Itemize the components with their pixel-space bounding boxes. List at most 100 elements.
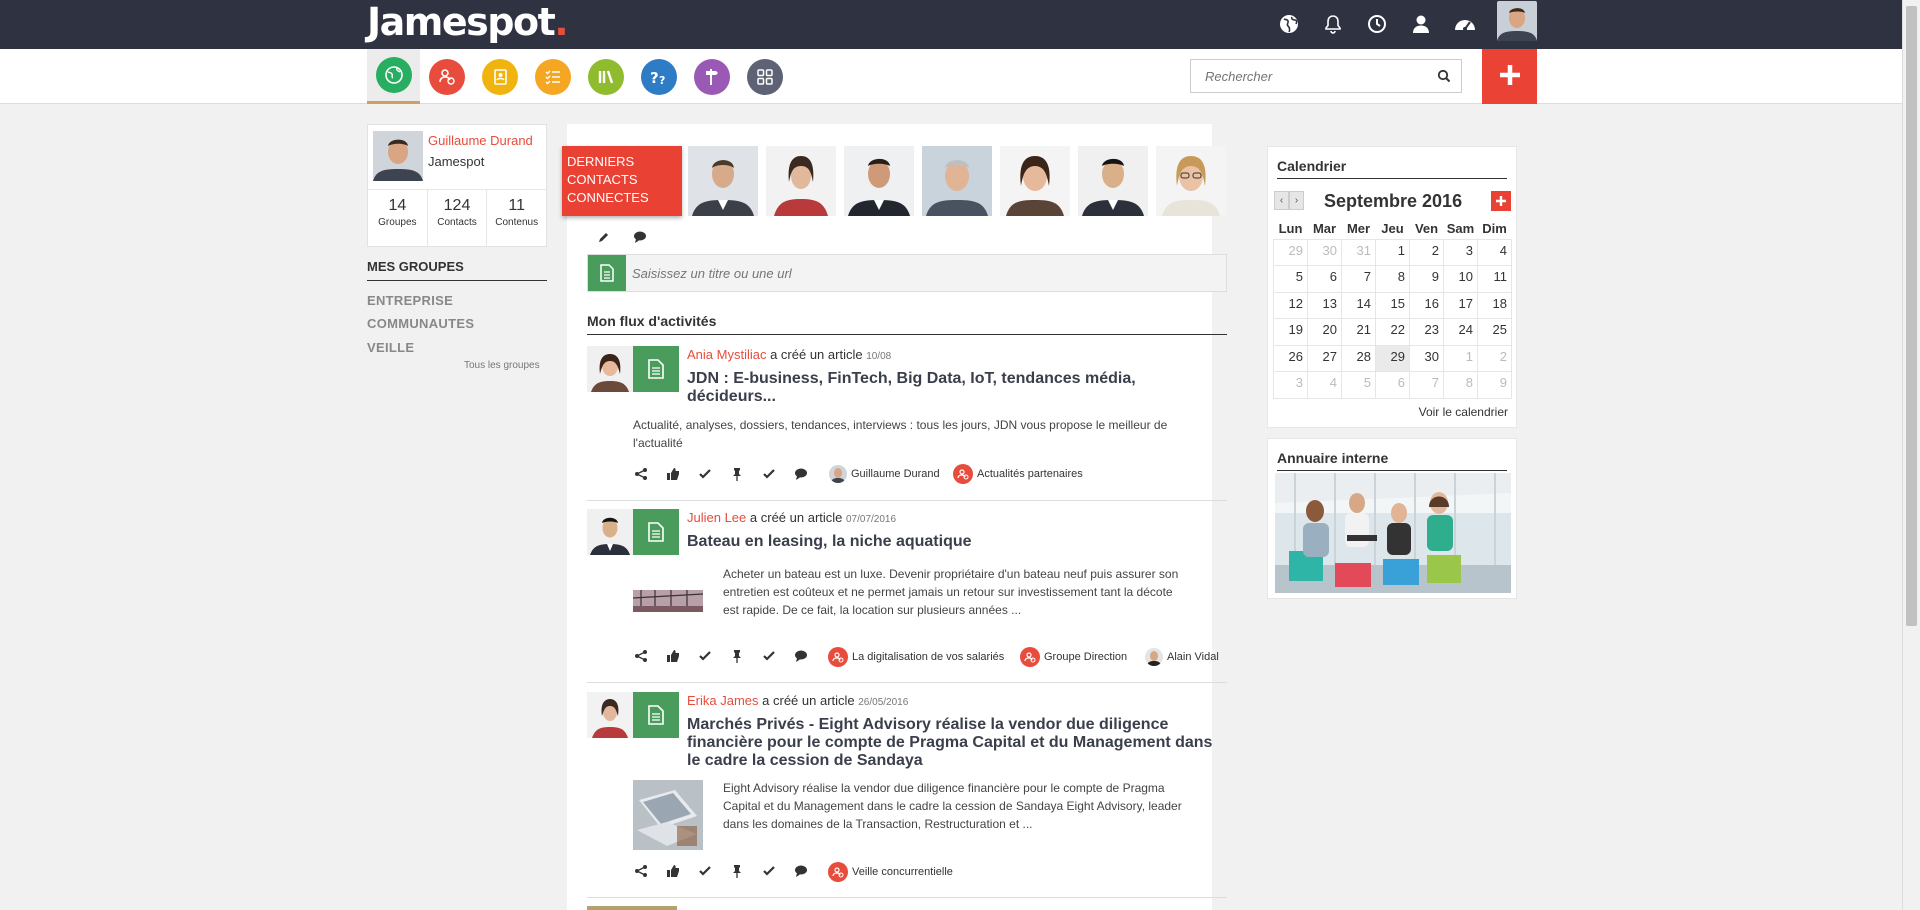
calendar-day[interactable]: 11 bbox=[1477, 265, 1512, 293]
post-thumbnail[interactable] bbox=[633, 780, 703, 850]
page-scrollbar[interactable] bbox=[1902, 0, 1920, 910]
post-tag-group[interactable]: Groupe Direction bbox=[1020, 647, 1127, 667]
app-grid[interactable] bbox=[738, 49, 791, 104]
post-title[interactable]: Marchés Privés - Eight Advisory réalise … bbox=[687, 716, 1227, 770]
post-title[interactable]: Bateau en leasing, la niche aquatique bbox=[687, 533, 1227, 551]
calendar-day[interactable]: 12 bbox=[1273, 291, 1308, 319]
validate-icon[interactable] bbox=[760, 862, 778, 880]
calendar-day[interactable]: 21 bbox=[1341, 318, 1376, 346]
validate-icon[interactable] bbox=[760, 465, 778, 483]
calendar-day[interactable]: 2 bbox=[1477, 344, 1512, 372]
app-tasks[interactable] bbox=[526, 49, 579, 104]
contact-avatar[interactable] bbox=[844, 146, 914, 216]
prev-month-button[interactable]: ‹ bbox=[1274, 191, 1289, 210]
group-link-veille[interactable]: VEILLE bbox=[367, 340, 414, 355]
stat-groups[interactable]: 14 Groupes bbox=[368, 190, 428, 247]
calendar-day[interactable]: 9 bbox=[1477, 371, 1512, 399]
contact-avatar[interactable] bbox=[688, 146, 758, 216]
group-link-communautes[interactable]: COMMUNAUTES bbox=[367, 316, 474, 331]
calendar-day[interactable]: 8 bbox=[1443, 371, 1478, 399]
calendar-day[interactable]: 22 bbox=[1375, 318, 1410, 346]
calendar-day[interactable]: 6 bbox=[1307, 265, 1342, 293]
scrollbar-thumb[interactable] bbox=[1906, 6, 1917, 626]
check-icon[interactable] bbox=[696, 862, 714, 880]
composer-input[interactable] bbox=[632, 255, 1212, 291]
comment-icon[interactable] bbox=[792, 862, 810, 880]
calendar-day[interactable]: 28 bbox=[1341, 344, 1376, 372]
pin-icon[interactable] bbox=[728, 862, 746, 880]
like-icon[interactable] bbox=[664, 862, 682, 880]
calendar-day[interactable]: 4 bbox=[1477, 238, 1512, 266]
contact-avatar[interactable] bbox=[922, 146, 992, 216]
dashboard-icon[interactable] bbox=[1450, 9, 1480, 39]
comment-icon[interactable] bbox=[633, 230, 647, 247]
post-title[interactable]: JDN : E-business, FinTech, Big Data, IoT… bbox=[687, 370, 1227, 406]
calendar-day[interactable]: 2 bbox=[1409, 238, 1444, 266]
app-contacts[interactable] bbox=[473, 49, 526, 104]
calendar-day[interactable]: 31 bbox=[1341, 238, 1376, 266]
post-author[interactable]: Julien Lee bbox=[687, 510, 746, 525]
app-library[interactable] bbox=[579, 49, 632, 104]
app-activity[interactable] bbox=[367, 49, 420, 104]
check-icon[interactable] bbox=[696, 647, 714, 665]
globe-icon[interactable] bbox=[1274, 9, 1304, 39]
calendar-day[interactable]: 30 bbox=[1409, 344, 1444, 372]
calendar-day[interactable]: 27 bbox=[1307, 344, 1342, 372]
app-people[interactable] bbox=[420, 49, 473, 104]
check-icon[interactable] bbox=[696, 465, 714, 483]
pin-icon[interactable] bbox=[728, 465, 746, 483]
calendar-day[interactable]: 3 bbox=[1273, 371, 1308, 399]
calendar-day[interactable]: 10 bbox=[1443, 265, 1478, 293]
directory-photo[interactable] bbox=[1275, 473, 1511, 593]
calendar-day[interactable]: 20 bbox=[1307, 318, 1342, 346]
search-icon[interactable] bbox=[1437, 69, 1451, 86]
calendar-day[interactable]: 16 bbox=[1409, 291, 1444, 319]
calendar-day[interactable]: 1 bbox=[1375, 238, 1410, 266]
share-icon[interactable] bbox=[632, 465, 650, 483]
calendar-day[interactable]: 5 bbox=[1341, 371, 1376, 399]
calendar-day[interactable]: 14 bbox=[1341, 291, 1376, 319]
post-author-avatar[interactable] bbox=[587, 509, 633, 555]
view-calendar-link[interactable]: Voir le calendrier bbox=[1419, 405, 1508, 419]
group-link-entreprise[interactable]: ENTREPRISE bbox=[367, 293, 453, 308]
calendar-day[interactable]: 6 bbox=[1375, 371, 1410, 399]
contact-avatar[interactable] bbox=[1156, 146, 1226, 216]
comment-icon[interactable] bbox=[792, 465, 810, 483]
calendar-day[interactable]: 15 bbox=[1375, 291, 1410, 319]
add-event-button[interactable] bbox=[1491, 191, 1511, 211]
profile-avatar[interactable] bbox=[373, 131, 423, 181]
post-tag-user[interactable]: Alain Vidal bbox=[1145, 648, 1219, 666]
calendar-day[interactable]: 9 bbox=[1409, 265, 1444, 293]
share-icon[interactable] bbox=[632, 647, 650, 665]
user-icon[interactable] bbox=[1406, 9, 1436, 39]
calendar-day[interactable]: 29 bbox=[1273, 238, 1308, 266]
calendar-day[interactable]: 13 bbox=[1307, 291, 1342, 319]
stat-contacts[interactable]: 124 Contacts bbox=[428, 190, 488, 247]
clock-icon[interactable] bbox=[1362, 9, 1392, 39]
post-author-avatar[interactable] bbox=[587, 346, 633, 392]
comment-icon[interactable] bbox=[792, 647, 810, 665]
create-button[interactable] bbox=[1482, 49, 1537, 104]
contact-avatar[interactable] bbox=[1000, 146, 1070, 216]
calendar-day[interactable]: 8 bbox=[1375, 265, 1410, 293]
pin-icon[interactable] bbox=[728, 647, 746, 665]
calendar-day[interactable]: 17 bbox=[1443, 291, 1478, 319]
share-icon[interactable] bbox=[632, 862, 650, 880]
post-tag-group[interactable]: La digitalisation de vos salariés bbox=[828, 647, 1004, 667]
post-tag-user[interactable]: Guillaume Durand bbox=[829, 465, 940, 483]
calendar-day[interactable]: 4 bbox=[1307, 371, 1342, 399]
calendar-day[interactable]: 19 bbox=[1273, 318, 1308, 346]
post-tag-group[interactable]: Veille concurrentielle bbox=[828, 862, 953, 882]
jamespot-logo[interactable]: Jamespot. bbox=[367, 2, 569, 42]
calendar-day[interactable]: 1 bbox=[1443, 344, 1478, 372]
next-month-button[interactable]: › bbox=[1289, 191, 1304, 210]
calendar-day[interactable]: 24 bbox=[1443, 318, 1478, 346]
contact-avatar[interactable] bbox=[1078, 146, 1148, 216]
calendar-day[interactable]: 7 bbox=[1409, 371, 1444, 399]
calendar-day[interactable]: 26 bbox=[1273, 344, 1308, 372]
like-icon[interactable] bbox=[664, 647, 682, 665]
bell-icon[interactable] bbox=[1318, 9, 1348, 39]
all-groups-link[interactable]: Tous les groupes bbox=[464, 360, 540, 371]
user-avatar[interactable] bbox=[1497, 1, 1537, 41]
calendar-day-today[interactable]: 29 bbox=[1375, 344, 1410, 372]
